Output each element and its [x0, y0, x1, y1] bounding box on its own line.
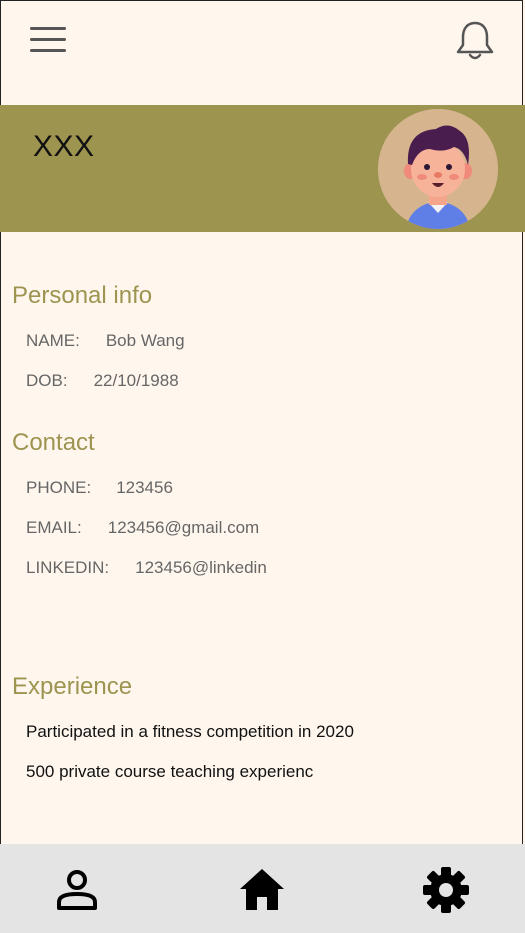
- experience-item: Participated in a fitness competition in…: [26, 722, 354, 741]
- home-nav-button[interactable]: [238, 866, 286, 914]
- contact-heading: Contact: [12, 429, 95, 456]
- menu-icon-bar: [30, 27, 66, 30]
- profile-banner: XXX: [0, 105, 525, 232]
- person-icon: [57, 870, 97, 910]
- phone-row: PHONE: 123456: [26, 478, 173, 498]
- menu-icon-bar: [30, 38, 66, 41]
- linkedin-label: LINKEDIN:: [26, 558, 110, 577]
- linkedin-row: LINKEDIN: 123456@linkedin: [26, 558, 267, 578]
- profile-nav-button[interactable]: [53, 866, 101, 914]
- experience-heading: Experience: [12, 673, 133, 700]
- dob-row: DOB: 22/10/1988: [26, 371, 179, 391]
- menu-icon-bar: [30, 49, 66, 52]
- name-row: NAME: Bob Wang: [26, 331, 185, 351]
- top-app-bar: [0, 0, 525, 90]
- experience-item: 500 private course teaching experienc: [26, 762, 314, 781]
- dob-value: 22/10/1988: [93, 371, 179, 390]
- settings-nav-button[interactable]: [422, 866, 470, 914]
- email-value[interactable]: 123456@gmail.com: [108, 518, 259, 538]
- bottom-navigation: [0, 844, 525, 933]
- notification-button[interactable]: [452, 18, 498, 64]
- email-row: EMAIL: 123456@gmail.com: [26, 518, 259, 538]
- home-icon: [240, 869, 284, 910]
- phone-value: 123456: [116, 478, 173, 497]
- avatar-illustration-icon: [378, 109, 498, 229]
- bell-icon: [456, 21, 494, 60]
- avatar[interactable]: [378, 109, 498, 229]
- name-value: Bob Wang: [105, 331, 185, 350]
- banner-title: XXX: [33, 130, 95, 163]
- linkedin-value[interactable]: 123456@linkedin: [135, 558, 267, 578]
- name-label: NAME:: [26, 331, 80, 350]
- email-label: EMAIL:: [26, 518, 82, 537]
- menu-button[interactable]: [26, 22, 70, 58]
- gear-icon: [423, 867, 469, 913]
- dob-label: DOB:: [26, 371, 68, 390]
- personal-info-heading: Personal info: [12, 282, 153, 309]
- phone-label: PHONE:: [26, 478, 92, 497]
